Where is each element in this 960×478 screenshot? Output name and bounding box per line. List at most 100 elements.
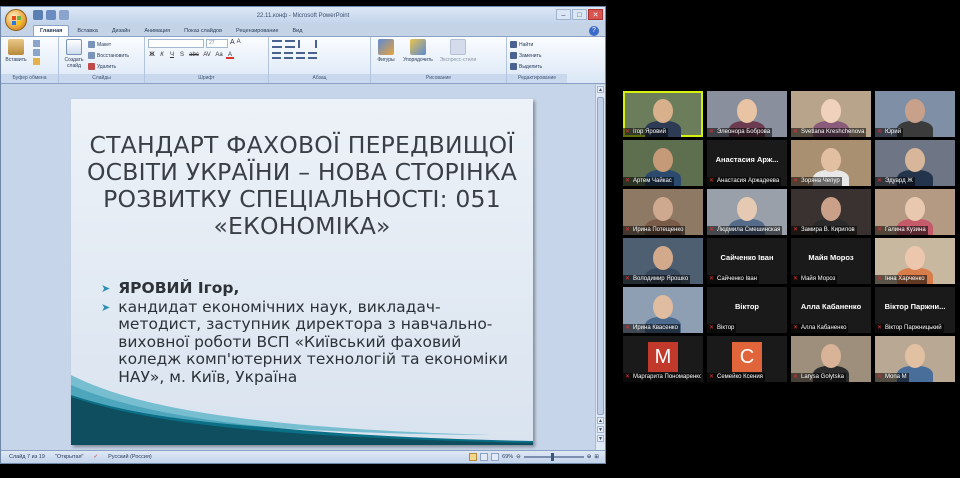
numbering-icon[interactable] — [285, 40, 295, 48]
reset-button[interactable]: Восстановить — [88, 50, 129, 61]
font-size-combo[interactable]: 27 — [206, 39, 228, 48]
copy-icon[interactable] — [33, 49, 40, 56]
align-left-icon[interactable] — [272, 52, 281, 59]
participant-tile[interactable]: Віктор Віктор ✕ — [707, 287, 787, 333]
redo-icon[interactable] — [59, 10, 69, 20]
tab-design[interactable]: Дизайн — [106, 26, 137, 36]
zoom-in-icon[interactable]: ⊕ — [587, 454, 592, 460]
participant-tile[interactable]: Галина Кузина ✕ — [875, 189, 955, 235]
align-right-icon[interactable] — [296, 52, 305, 59]
align-center-icon[interactable] — [284, 52, 293, 59]
font-color-button[interactable]: A — [226, 51, 234, 59]
participant-tile[interactable]: Інна Харченко ✕ — [875, 238, 955, 284]
shadow-button[interactable]: S — [178, 51, 186, 59]
language-indicator[interactable]: Русский (Россия) — [108, 454, 152, 460]
bold-button[interactable]: Ж — [148, 51, 156, 59]
bullets-icon[interactable] — [272, 40, 282, 48]
spacing-button[interactable]: AV — [202, 51, 212, 59]
italic-button[interactable]: К — [158, 51, 166, 59]
case-button[interactable]: Aa — [214, 51, 224, 59]
find-button[interactable]: Найти — [510, 39, 564, 50]
muted-mic-icon: ✕ — [793, 129, 799, 135]
format-painter-icon[interactable] — [33, 58, 40, 65]
prev-slide-icon[interactable]: ▲ — [597, 417, 604, 424]
window-controls: – □ ✕ — [556, 9, 603, 20]
undo-icon[interactable] — [46, 10, 56, 20]
participant-tile[interactable]: Ігор Яровий ✕ — [623, 91, 703, 137]
close-button[interactable]: ✕ — [588, 9, 603, 20]
scroll-thumb[interactable] — [597, 97, 604, 415]
slide-title[interactable]: СТАНДАРТ ФАХОВОЇ ПЕРЕДВИЩОЇ ОСВІТИ УКРАЇ… — [85, 132, 519, 240]
select-button[interactable]: Выделить — [510, 61, 564, 72]
decrease-indent-icon[interactable] — [298, 40, 306, 48]
participant-tile[interactable]: Володимир Ярошко ✕ — [623, 238, 703, 284]
maximize-button[interactable]: □ — [572, 9, 587, 20]
scroll-down-icon[interactable]: ▼ — [597, 435, 604, 442]
increase-indent-icon[interactable] — [309, 40, 317, 48]
avatar-letter: М — [648, 342, 678, 372]
participant-tile[interactable]: Mona M ✕ — [875, 336, 955, 382]
ribbon-tabs: Главная Вставка Дизайн Анимация Показ сл… — [1, 24, 605, 36]
participant-tile[interactable]: Артем Чайкас ✕ — [623, 140, 703, 186]
vertical-scrollbar[interactable]: ▲ ▲ ▼ ▼ — [595, 85, 605, 451]
participant-tile[interactable]: Ирина Квасенко ✕ — [623, 287, 703, 333]
participant-tile[interactable]: Зоряна Чепур ✕ — [791, 140, 871, 186]
participant-tile[interactable]: Сайченко Іван Сайченко Іван ✕ — [707, 238, 787, 284]
participant-name: Семейко Ксения — [707, 373, 765, 382]
participant-tile[interactable]: С Семейко Ксения ✕ — [707, 336, 787, 382]
scroll-up-icon[interactable]: ▲ — [597, 86, 604, 93]
delete-slide-button[interactable]: Удалить — [88, 61, 129, 72]
fit-window-icon[interactable]: ⊞ — [594, 454, 599, 460]
tab-home[interactable]: Главная — [33, 25, 70, 36]
normal-view-icon[interactable] — [469, 453, 478, 461]
replace-button[interactable]: Заменить — [510, 50, 564, 61]
layout-button[interactable]: Макет — [88, 39, 129, 50]
help-icon[interactable]: ? — [589, 26, 599, 36]
quick-access-toolbar — [33, 10, 69, 20]
underline-button[interactable]: Ч — [168, 51, 176, 59]
participant-tile[interactable]: Віктор Паржни... Віктор Паржницький ✕ — [875, 287, 955, 333]
next-slide-icon[interactable]: ▼ — [597, 426, 604, 433]
muted-mic-icon: ✕ — [877, 129, 883, 135]
zoom-level[interactable]: 69% — [502, 454, 513, 460]
shrink-font-icon[interactable]: A — [237, 39, 241, 48]
font-name-combo[interactable] — [148, 39, 204, 48]
cut-icon[interactable] — [33, 40, 40, 47]
participant-tile[interactable]: Эдуард Ж ✕ — [875, 140, 955, 186]
participant-name: Алла Кабаненко — [791, 324, 849, 333]
participant-tile[interactable]: Svetlana Kreshchenova ✕ — [791, 91, 871, 137]
tab-review[interactable]: Рецензирование — [230, 26, 284, 36]
participant-name: Ирина Квасенко — [623, 324, 680, 333]
participant-tile[interactable]: Юрий ✕ — [875, 91, 955, 137]
participant-tile[interactable]: Людмила Смешинская ✕ — [707, 189, 787, 235]
muted-mic-icon: ✕ — [625, 276, 631, 282]
minimize-button[interactable]: – — [556, 9, 571, 20]
tab-slideshow[interactable]: Показ слайдов — [178, 26, 228, 36]
participant-tile[interactable]: Майя Мороз Майя Мороз ✕ — [791, 238, 871, 284]
paste-button[interactable]: Вставить — [4, 39, 28, 63]
participant-tile[interactable]: Ирина Потещенко ✕ — [623, 189, 703, 235]
zoom-out-icon[interactable]: ⊖ — [516, 454, 521, 460]
participant-face — [821, 344, 841, 368]
spellcheck-icon[interactable]: ✓ — [94, 454, 99, 460]
zoom-slider[interactable] — [523, 453, 584, 461]
participant-tile[interactable]: Анастасия Арж... Анастасия Аржадеева ✕ — [707, 140, 787, 186]
office-button[interactable] — [5, 9, 27, 31]
justify-icon[interactable] — [308, 52, 317, 59]
slide-canvas[interactable]: СТАНДАРТ ФАХОВОЇ ПЕРЕДВИЩОЇ ОСВІТИ УКРАЇ… — [71, 99, 533, 445]
tab-animation[interactable]: Анимация — [138, 26, 176, 36]
participant-tile[interactable]: Алла Кабаненко Алла Кабаненко ✕ — [791, 287, 871, 333]
sorter-view-icon[interactable] — [480, 453, 489, 461]
participant-tile[interactable]: Larysa Golytska ✕ — [791, 336, 871, 382]
strikethrough-button[interactable]: abc — [188, 51, 200, 59]
participant-tile[interactable]: Замира В. Кирилов ✕ — [791, 189, 871, 235]
save-icon[interactable] — [33, 10, 43, 20]
slideshow-view-icon[interactable] — [491, 453, 500, 461]
tab-insert[interactable]: Вставка — [71, 26, 103, 36]
participant-tile[interactable]: М Маргарита Пономаренко ✕ — [623, 336, 703, 382]
participant-tile[interactable]: Элеонора Боброва ✕ — [707, 91, 787, 137]
grow-font-icon[interactable]: A — [230, 39, 235, 48]
muted-mic-icon: ✕ — [877, 374, 883, 380]
slide-body[interactable]: ➤ ЯРОВИЙ Ігор, ➤ кандидат економічних на… — [101, 279, 511, 387]
tab-view[interactable]: Вид — [287, 26, 309, 36]
